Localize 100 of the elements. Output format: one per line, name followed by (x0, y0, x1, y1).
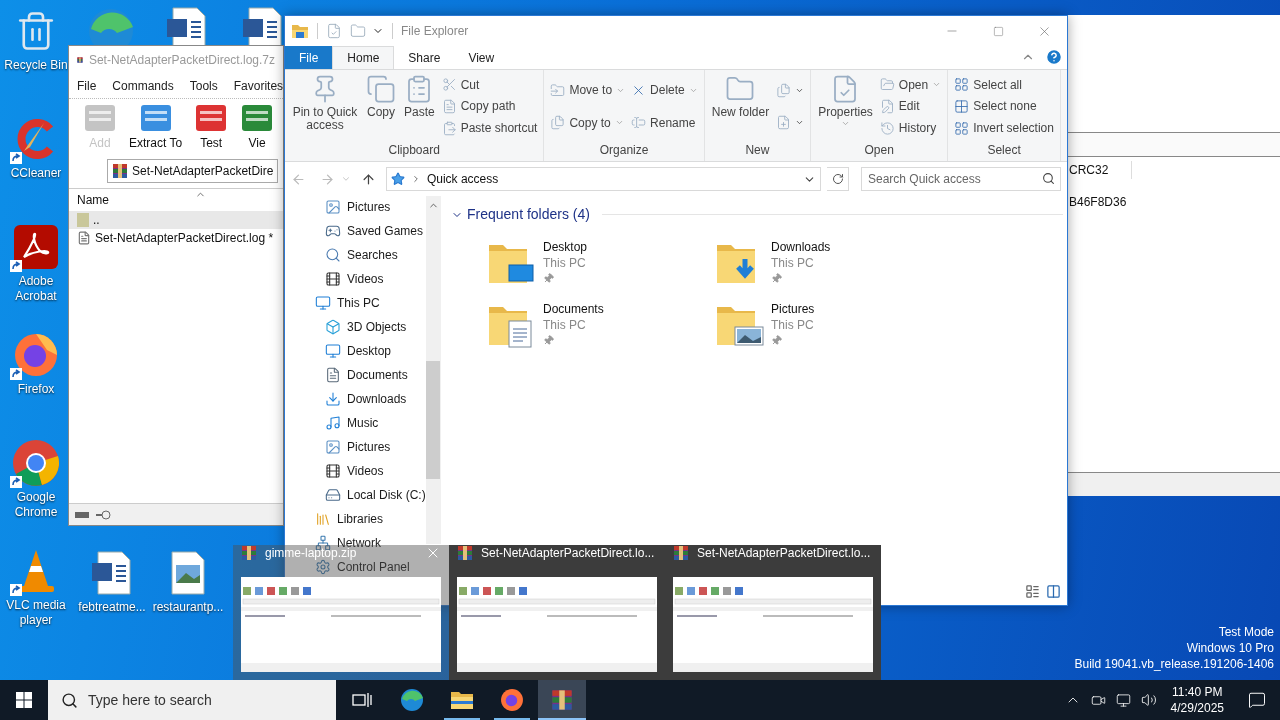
window-preview[interactable]: Set-NetAdapterPacketDirect.lo... (449, 545, 665, 680)
clock[interactable]: 11:40 PM 4/29/2025 (1170, 684, 1224, 716)
search-icon (1042, 172, 1055, 185)
navigation-item[interactable]: This PC (285, 295, 426, 311)
control-panel-icon (315, 559, 331, 575)
scissors-icon (441, 77, 457, 93)
folder-location: This PC (543, 255, 587, 271)
folder-tile[interactable]: Documents This PC (487, 301, 707, 349)
up-arrow-icon[interactable] (360, 171, 376, 187)
desktop-icon-label[interactable]: CCleaner (10, 166, 62, 181)
ribbon-button[interactable]: Edit (877, 96, 944, 117)
ribbon-button[interactable]: Select all (952, 74, 1056, 95)
task-view-icon (352, 691, 372, 709)
toolbar-button[interactable]: Vie (240, 102, 275, 152)
navigation-item[interactable]: Videos (285, 463, 426, 479)
navigation-item[interactable]: Searches (285, 247, 426, 263)
ribbon-tab[interactable]: File (285, 46, 333, 69)
ribbon-button[interactable]: Properties (815, 74, 876, 141)
invert-selection-icon (954, 120, 970, 136)
refresh-button[interactable] (827, 167, 849, 191)
ribbon-button[interactable]: Copy to (548, 112, 628, 133)
navigation-item[interactable]: Downloads (285, 391, 426, 407)
section-title[interactable]: Frequent folders (4) (467, 204, 590, 225)
large-icons-view-icon[interactable] (1046, 584, 1061, 599)
folder-tile[interactable]: Pictures This PC (715, 301, 935, 349)
ribbon-button[interactable]: Paste shortcut (439, 118, 540, 139)
navigation-item[interactable]: Local Disk (C:) (285, 487, 426, 503)
desktop-icon-label[interactable]: VLC media player (0, 598, 72, 628)
ribbon-tab[interactable]: Share (394, 46, 455, 69)
ribbon-group-label: Select (986, 142, 1022, 159)
window-title: File Explorer (401, 23, 469, 40)
scrollbar-thumb[interactable] (426, 361, 441, 479)
folder-tile[interactable]: Downloads This PC (715, 239, 935, 287)
desktop-icon-label[interactable]: Recycle Bin (4, 58, 68, 73)
search-field[interactable]: Type here to search (48, 680, 336, 720)
navigation-item[interactable]: Desktop (285, 343, 426, 359)
notifications-icon[interactable] (1248, 691, 1266, 709)
menu-item[interactable]: File (77, 77, 97, 95)
navigation-item[interactable]: Libraries (285, 511, 426, 527)
ribbon-button[interactable]: Select none (952, 96, 1056, 117)
toolbar-button[interactable]: Extract To (129, 102, 183, 152)
search-field[interactable]: Search Quick access (861, 167, 1061, 191)
desktop-icon-label[interactable]: Google Chrome (0, 490, 72, 520)
taskbar-app-button[interactable] (538, 680, 586, 720)
running-indicator (444, 718, 480, 720)
archive-icon (241, 545, 257, 561)
desktop-icon-label[interactable]: Firefox (17, 382, 55, 397)
address-bar[interactable]: Quick access (385, 167, 822, 191)
navigation-item[interactable]: Music (285, 415, 426, 431)
menu-item[interactable]: Tools (189, 77, 218, 95)
ribbon-button[interactable]: Copy path (439, 96, 540, 117)
ribbon-button[interactable]: Invert selection (952, 118, 1056, 139)
toolbar-button[interactable]: Test (194, 102, 229, 152)
details-view-icon[interactable] (1025, 584, 1040, 599)
column-header[interactable]: Name (77, 191, 109, 209)
ribbon-button[interactable]: Rename (629, 112, 700, 133)
ribbon-tab[interactable]: Home (332, 46, 395, 69)
path-field[interactable]: Set-NetAdapterPacketDire (107, 159, 279, 183)
scrollbar[interactable] (425, 196, 441, 544)
ribbon-button[interactable]: Pin to Quick access (289, 74, 361, 141)
file-row[interactable]: .. (69, 211, 283, 229)
ribbon-button[interactable]: Cut (439, 74, 540, 95)
file-row[interactable]: Set-NetAdapterPacketDirect.log * (69, 229, 283, 247)
navigation-item[interactable]: Control Panel (285, 559, 426, 575)
ribbon-button[interactable]: New folder (708, 74, 773, 141)
navigation-item[interactable]: Saved Games (285, 223, 426, 239)
ribbon-button[interactable]: Paste (401, 74, 438, 141)
navigation-item[interactable]: Documents (285, 367, 426, 383)
folder-tile[interactable]: Desktop This PC (487, 239, 707, 287)
select-all-icon (954, 77, 970, 93)
ribbon-button[interactable]: Delete (629, 80, 700, 101)
ribbon-button[interactable]: Move to (548, 80, 628, 101)
desktop-icon-label[interactable]: Adobe Acrobat (0, 274, 72, 304)
new-item-icon (776, 115, 792, 131)
gamepad-icon (325, 223, 341, 239)
navigation-item[interactable]: Pictures (285, 199, 426, 215)
refresh-icon (831, 173, 844, 185)
network-icon[interactable] (1115, 692, 1131, 708)
ribbon-tab[interactable]: View (454, 46, 509, 69)
document-icon (325, 367, 341, 383)
navigation-item[interactable]: 3D Objects (285, 319, 426, 335)
ribbon-button[interactable]: History (877, 118, 944, 139)
volume-icon[interactable] (1140, 692, 1157, 708)
window-preview[interactable]: Set-NetAdapterPacketDirect.lo... (665, 545, 881, 680)
rename-icon (631, 115, 647, 131)
navigation-item[interactable]: Pictures (285, 439, 426, 455)
menu-item[interactable]: Commands (112, 77, 174, 95)
copy-icon (366, 74, 396, 104)
caret-icon (841, 119, 850, 128)
chrome-icon (12, 439, 60, 487)
navigation-item[interactable]: Videos (285, 271, 426, 287)
archive-icon (112, 163, 128, 179)
menu-item[interactable]: Favorites (233, 77, 283, 95)
archive-icon (457, 545, 473, 561)
ribbon-button[interactable]: Open (877, 74, 944, 95)
archive-icon (673, 545, 689, 561)
ribbon-button[interactable]: Copy (363, 74, 399, 141)
desktop-icon-label[interactable]: restaurantp... (152, 600, 224, 615)
help-icon[interactable] (1045, 48, 1063, 66)
desktop-icon-label[interactable]: febtreatme... (78, 600, 146, 615)
